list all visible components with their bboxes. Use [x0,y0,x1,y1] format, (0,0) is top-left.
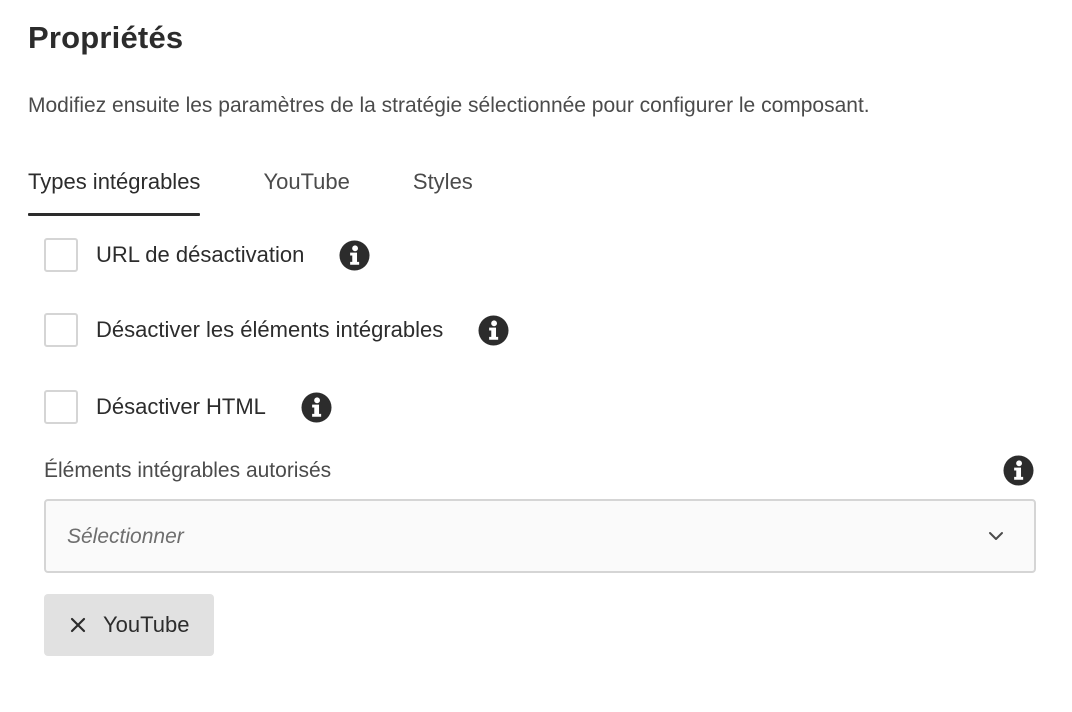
page-description: Modifiez ensuite les paramètres de la st… [28,94,870,117]
tab-list: Types intégrables YouTube Styles [28,166,536,218]
chevron-down-icon [989,532,1003,540]
tab-youtube[interactable]: YouTube [263,166,349,216]
disable-url-label: URL de désactivation [96,242,305,267]
info-icon[interactable] [1003,455,1034,486]
allowed-embeddables-select[interactable]: Sélectionner [44,499,1036,573]
checkbox-row-disable-html: Désactiver HTML [44,388,332,426]
info-icon[interactable] [301,391,332,423]
select-placeholder: Sélectionner [67,525,184,548]
tab-styles[interactable]: Styles [413,166,473,216]
disable-embeddables-label: Désactiver les éléments intégrables [96,317,444,342]
tag-label: YouTube [103,612,190,637]
disable-embeddables-checkbox[interactable] [44,313,78,347]
checkbox-row-disable-embeddables: Désactiver les éléments intégrables [44,311,509,349]
disable-html-checkbox[interactable] [44,390,78,424]
disable-html-label: Désactiver HTML [96,394,266,419]
disable-url-checkbox[interactable] [44,238,78,272]
checkbox-row-disable-url: URL de désactivation [44,236,370,274]
info-icon[interactable] [478,314,509,346]
close-icon[interactable] [69,616,87,634]
properties-panel: Propriétés Modifiez ensuite les paramètr… [0,0,1072,712]
info-icon[interactable] [339,239,370,271]
page-title: Propriétés [28,20,184,55]
tab-types-integrables[interactable]: Types intégrables [28,166,201,216]
tag-youtube: YouTube [44,594,214,656]
allowed-embeddables-label: Éléments intégrables autorisés [44,459,332,482]
